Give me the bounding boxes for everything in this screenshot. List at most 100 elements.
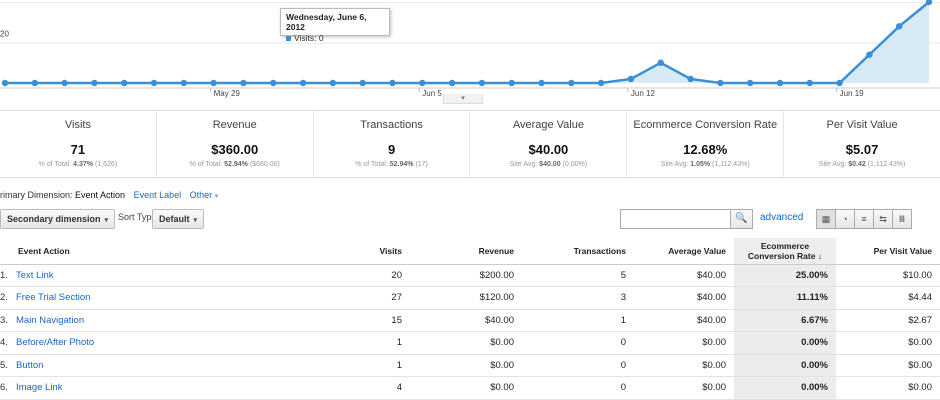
- primary-dimension-label: rimary Dimension:: [0, 190, 73, 200]
- pivot-view-icon[interactable]: Ⅲ: [892, 209, 912, 229]
- search-icon[interactable]: 🔍: [731, 209, 753, 229]
- y-tick-label: 20: [0, 30, 9, 39]
- chevron-down-icon: ▾: [104, 217, 109, 224]
- data-point[interactable]: [776, 79, 784, 87]
- cell-revenue: $0.00: [410, 354, 522, 377]
- cell-average-value: $0.00: [634, 331, 734, 355]
- data-point[interactable]: [359, 79, 366, 87]
- cell-per-visit-value: $2.67: [836, 309, 940, 332]
- col-event-action[interactable]: Event Action: [0, 238, 330, 265]
- cell-transactions: 0: [522, 376, 634, 400]
- cell-event-action: 2. Free Trial Section: [0, 286, 330, 310]
- table-toolbar: Secondary dimension ▾ Sort Type: Default ▾…: [0, 208, 940, 230]
- dimension-event-label-link[interactable]: Event Label: [134, 190, 182, 200]
- col-conversion-rate[interactable]: Ecommerce Conversion Rate ↓: [734, 238, 836, 265]
- chevron-down-icon: ▾: [193, 217, 198, 224]
- col-per-visit-value[interactable]: Per Visit Value: [836, 238, 940, 265]
- event-action-link[interactable]: Before/After Photo: [16, 337, 94, 348]
- metric-visits: Visits 71 % of Total: 4.37% (1,626): [0, 111, 157, 177]
- cell-transactions: 0: [522, 354, 634, 377]
- data-point[interactable]: [836, 79, 843, 87]
- cell-transactions: 5: [522, 264, 634, 287]
- data-point[interactable]: [568, 79, 575, 87]
- table-row: 3. Main Navigation 15 $40.00 1 $40.00 6.6…: [0, 309, 940, 332]
- data-point[interactable]: [508, 79, 515, 87]
- metric-value: 12.68%: [683, 142, 728, 157]
- data-point[interactable]: [478, 79, 486, 87]
- sort-type-dropdown[interactable]: Default ▾: [152, 209, 205, 229]
- data-point[interactable]: [597, 79, 605, 87]
- col-visits[interactable]: Visits: [330, 238, 410, 265]
- data-point[interactable]: [538, 79, 545, 87]
- chart-tooltip: Wednesday, June 6, 2012 Visits: 0: [280, 8, 390, 43]
- data-point[interactable]: [895, 23, 903, 30]
- data-point[interactable]: [91, 79, 98, 87]
- data-point[interactable]: [717, 79, 724, 87]
- metric-transactions: Transactions 9 % of Total: 52.94% (17): [314, 111, 471, 177]
- data-point[interactable]: [61, 79, 68, 87]
- advanced-filter-link[interactable]: advanced: [760, 212, 803, 223]
- event-action-link[interactable]: Button: [16, 360, 43, 371]
- cell-revenue: $200.00: [410, 264, 522, 287]
- cell-revenue: $0.00: [410, 331, 522, 355]
- event-action-link[interactable]: Text Link: [16, 270, 54, 281]
- comparison-view-icon[interactable]: ⇆: [873, 209, 893, 229]
- data-point[interactable]: [31, 79, 39, 87]
- cell-event-action: 1. Text Link: [0, 264, 330, 287]
- metric-sub: Site Avg: 1.05% (1,112.43%): [660, 161, 750, 168]
- cell-visits: 1: [330, 354, 410, 377]
- metric-label: Revenue: [212, 119, 257, 131]
- data-point[interactable]: [299, 79, 307, 87]
- col-average-value[interactable]: Average Value: [634, 238, 734, 265]
- tooltip-date: Wednesday, June 6, 2012: [286, 12, 367, 32]
- data-point[interactable]: [866, 51, 873, 58]
- data-point[interactable]: [150, 79, 158, 87]
- data-point[interactable]: [329, 79, 337, 87]
- data-point[interactable]: [240, 79, 247, 87]
- metric-label: Visits: [64, 119, 91, 131]
- data-point[interactable]: [448, 79, 456, 87]
- cell-conversion-rate: 0.00%: [734, 331, 836, 355]
- data-point[interactable]: [687, 75, 694, 83]
- dimension-event-action[interactable]: Event Action: [75, 190, 125, 200]
- event-action-link[interactable]: Image Link: [16, 382, 62, 393]
- chart-collapse-handle[interactable]: ▾: [443, 94, 483, 104]
- data-point[interactable]: [210, 79, 217, 87]
- table-row: 5. Button 1 $0.00 0 $0.00 0.00% $0.00: [0, 354, 940, 377]
- metric-label: Transactions: [360, 119, 423, 131]
- table-search-input[interactable]: [620, 209, 731, 229]
- series-dot-icon: [286, 36, 291, 41]
- data-point[interactable]: [1, 79, 9, 87]
- data-point[interactable]: [627, 75, 635, 83]
- cell-revenue: $40.00: [410, 309, 522, 332]
- col-transactions[interactable]: Transactions: [522, 238, 634, 265]
- cell-average-value: $0.00: [634, 376, 734, 400]
- table-row: 4. Before/After Photo 1 $0.00 0 $0.00 0.0…: [0, 331, 940, 355]
- table-view-icon[interactable]: ▦: [816, 209, 836, 229]
- cell-revenue: $0.00: [410, 376, 522, 400]
- cell-event-action: 3. Main Navigation: [0, 309, 330, 332]
- tooltip-value: Visits: 0: [294, 33, 324, 43]
- col-revenue[interactable]: Revenue: [410, 238, 522, 265]
- performance-view-icon[interactable]: ≡: [854, 209, 874, 229]
- cell-conversion-rate: 6.67%: [734, 309, 836, 332]
- metric-average-value: Average Value $40.00 Site Avg: $40.00 (0…: [470, 111, 628, 177]
- data-point[interactable]: [419, 79, 426, 87]
- data-point[interactable]: [657, 59, 664, 66]
- data-point[interactable]: [806, 79, 813, 87]
- pie-view-icon[interactable]: ◔: [835, 209, 855, 229]
- event-action-link[interactable]: Main Navigation: [16, 315, 84, 326]
- event-action-link[interactable]: Free Trial Section: [16, 292, 90, 303]
- summary-metrics: Visits 71 % of Total: 4.37% (1,626) Reve…: [0, 110, 940, 178]
- cell-event-action: 6. Image Link: [0, 376, 330, 400]
- cell-conversion-rate: 0.00%: [734, 354, 836, 377]
- data-point[interactable]: [270, 79, 277, 87]
- chevron-down-icon: ▾: [214, 193, 219, 200]
- visits-line-chart[interactable]: May 29 Jun 5 Jun 12 Jun 19 20: [0, 0, 940, 102]
- data-point[interactable]: [121, 79, 128, 87]
- dimension-other-dropdown[interactable]: Other ▾: [190, 190, 219, 200]
- data-point[interactable]: [746, 79, 754, 87]
- data-point[interactable]: [180, 79, 188, 87]
- secondary-dimension-button[interactable]: Secondary dimension ▾: [0, 209, 116, 229]
- data-point[interactable]: [389, 79, 396, 87]
